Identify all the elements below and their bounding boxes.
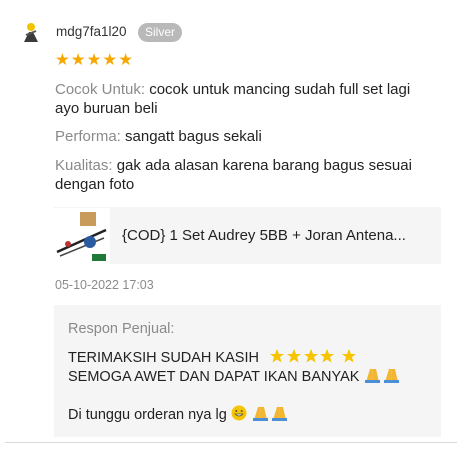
- seller-reply-line: TERIMAKSIH SUDAH KASIH: [68, 348, 357, 368]
- star-icon: ★: [70, 51, 86, 69]
- divider: [5, 442, 457, 443]
- attribute-quality: Kualitas: gak ada alasan karena barang b…: [55, 156, 435, 194]
- attribute-key: Kualitas:: [55, 157, 113, 174]
- review-item: mdg7fa1l20 Silver ★ ★ ★ ★ ★ Cocok Untuk:…: [0, 0, 463, 450]
- attribute-key: Cocok Untuk:: [55, 81, 146, 98]
- star-emoji-icon: [269, 348, 335, 368]
- seller-reply: Respon Penjual: TERIMAKSIH SUDAH KASIH S…: [54, 305, 441, 437]
- attribute-value: sangatt bagus sekali: [125, 128, 262, 145]
- seller-reply-text: Di tunggu orderan nya lg: [68, 407, 227, 423]
- rating-stars: ★ ★ ★ ★ ★: [55, 51, 133, 69]
- seller-reply-label: Respon Penjual:: [68, 321, 175, 337]
- attribute-suitable-for: Cocok Untuk: cocok untuk mancing sudah f…: [55, 80, 435, 118]
- star-icon: ★: [86, 51, 102, 69]
- star-icon: ★: [102, 51, 118, 69]
- star-icon: ★: [118, 51, 133, 69]
- seller-reply-text: TERIMAKSIH SUDAH KASIH: [68, 350, 259, 366]
- grinning-face-icon: [231, 405, 247, 425]
- avatar[interactable]: [20, 22, 42, 44]
- tier-badge: Silver: [138, 23, 183, 42]
- attribute-performance: Performa: sangatt bagus sekali: [55, 127, 435, 146]
- seller-reply-text: SEMOGA AWET DAN DAPAT IKAN BANYAK: [68, 369, 360, 385]
- review-timestamp: 05-10-2022 17:03: [55, 278, 154, 292]
- folded-hands-icon: [251, 405, 289, 425]
- star-emoji-icon: [341, 348, 357, 368]
- username: mdg7fa1l20: [56, 24, 127, 39]
- folded-hands-icon: [363, 367, 401, 387]
- product-title: {COD} 1 Set Audrey 5BB + Joran Antena...: [122, 227, 406, 244]
- product-card[interactable]: {COD} 1 Set Audrey 5BB + Joran Antena...: [54, 207, 441, 264]
- product-thumbnail: [54, 207, 110, 264]
- seller-reply-line: Di tunggu orderan nya lg: [68, 405, 289, 425]
- star-icon: ★: [55, 51, 70, 69]
- attribute-key: Performa:: [55, 128, 121, 145]
- seller-reply-line: SEMOGA AWET DAN DAPAT IKAN BANYAK: [68, 367, 401, 387]
